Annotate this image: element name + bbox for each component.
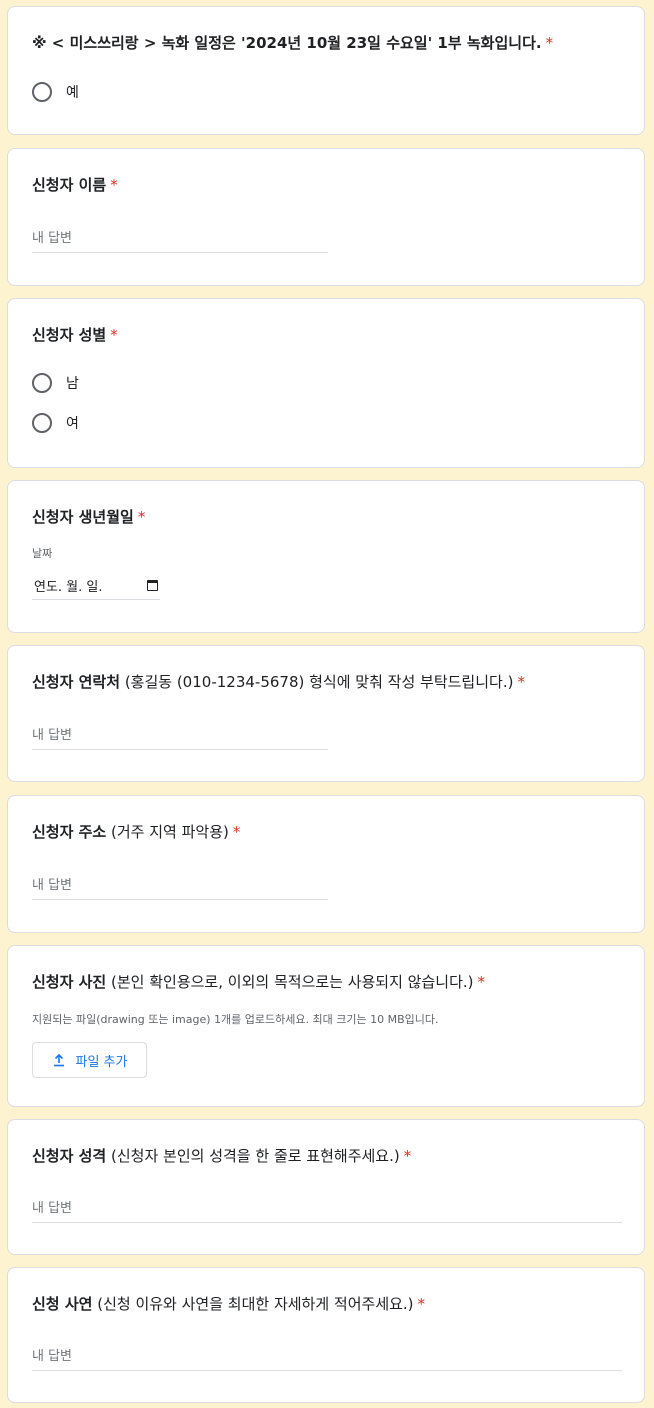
question-card-gender: 신청자 성별 * 남 여	[7, 298, 645, 468]
question-title-text: 신청 사연	[32, 1295, 93, 1313]
story-input[interactable]	[32, 1343, 622, 1371]
calendar-icon[interactable]	[147, 580, 158, 591]
required-asterisk: *	[403, 1147, 412, 1165]
required-asterisk: *	[232, 823, 241, 841]
question-title-text: 신청자 주소	[32, 823, 107, 841]
question-title-text: 신청자 연락처	[32, 673, 121, 691]
question-card-address: 신청자 주소 (거주 지역 파악용) *	[7, 795, 645, 933]
radio-option-female[interactable]: 여	[32, 411, 79, 435]
question-title: 신청자 이름 *	[32, 175, 624, 195]
question-title-text: 신청자 이름	[32, 176, 107, 194]
question-title: 신청자 사진 (본인 확인용으로, 이외의 목적으로는 사용되지 않습니다.) *	[32, 972, 624, 992]
radio-option-label: 예	[66, 85, 79, 101]
question-card-name: 신청자 이름 *	[7, 148, 645, 286]
question-title: 신청 사연 (신청 이유와 사연을 최대한 자세하게 적어주세요.) *	[32, 1294, 624, 1314]
required-asterisk: *	[477, 973, 486, 991]
question-title-text: 신청자 성별	[32, 326, 107, 344]
required-asterisk: *	[417, 1295, 426, 1313]
question-hint: (신청자 본인의 성격을 한 줄로 표현해주세요.)	[111, 1147, 400, 1165]
contact-input[interactable]	[32, 722, 328, 750]
question-title-text: ※ < 미스쓰리랑 > 녹화 일정은 '2024년 10월 23일 수요일' 1…	[32, 34, 542, 52]
question-title: 신청자 연락처 (홍길동 (010-1234-5678) 형식에 맞춰 작성 부…	[32, 672, 624, 692]
required-asterisk: *	[517, 673, 525, 691]
question-title-text: 신청자 사진	[32, 973, 107, 991]
question-hint: (홍길동 (010-1234-5678) 형식에 맞춰 작성 부탁드립니다.)	[124, 673, 514, 691]
radio-option-label: 여	[66, 416, 79, 432]
question-hint: (본인 확인용으로, 이외의 목적으로는 사용되지 않습니다.)	[111, 973, 474, 991]
question-title: 신청자 성별 *	[32, 325, 624, 345]
radio-button-icon[interactable]	[32, 413, 52, 433]
question-card-personality: 신청자 성격 (신청자 본인의 성격을 한 줄로 표현해주세요.) *	[7, 1119, 645, 1255]
personality-input[interactable]	[32, 1195, 622, 1223]
required-asterisk: *	[545, 34, 554, 52]
radio-option-male[interactable]: 남	[32, 371, 79, 395]
add-file-button[interactable]: 파일 추가	[32, 1042, 147, 1078]
question-card-photo: 신청자 사진 (본인 확인용으로, 이외의 목적으로는 사용되지 않습니다.) *…	[7, 945, 645, 1107]
upload-note: 지원되는 파일(drawing 또는 image) 1개를 업로드하세요. 최대…	[32, 1013, 439, 1026]
question-title: ※ < 미스쓰리랑 > 녹화 일정은 '2024년 10월 23일 수요일' 1…	[32, 33, 624, 53]
required-asterisk: *	[137, 508, 146, 526]
radio-option-yes[interactable]: 예	[32, 80, 79, 104]
date-label: 날짜	[32, 547, 53, 560]
question-hint: (거주 지역 파악용)	[111, 823, 229, 841]
question-card-story: 신청 사연 (신청 이유와 사연을 최대한 자세하게 적어주세요.) *	[7, 1267, 645, 1403]
required-asterisk: *	[110, 176, 118, 194]
radio-option-label: 남	[66, 376, 79, 392]
date-placeholder: 연도. 월. 일.	[34, 580, 103, 595]
question-hint: (신청 이유와 사연을 최대한 자세하게 적어주세요.)	[97, 1295, 414, 1313]
question-card-recording-schedule: ※ < 미스쓰리랑 > 녹화 일정은 '2024년 10월 23일 수요일' 1…	[7, 6, 645, 135]
question-card-contact: 신청자 연락처 (홍길동 (010-1234-5678) 형식에 맞춰 작성 부…	[7, 645, 645, 782]
date-input[interactable]: 연도. 월. 일.	[32, 572, 160, 600]
required-asterisk: *	[110, 326, 118, 344]
question-title-text: 신청자 생년월일	[32, 508, 134, 526]
question-title: 신청자 성격 (신청자 본인의 성격을 한 줄로 표현해주세요.) *	[32, 1146, 624, 1166]
question-title-text: 신청자 성격	[32, 1147, 107, 1165]
question-card-birthdate: 신청자 생년월일 * 날짜 연도. 월. 일.	[7, 480, 645, 633]
question-title: 신청자 생년월일 *	[32, 507, 624, 527]
add-file-label: 파일 추가	[75, 1054, 128, 1070]
radio-button-icon[interactable]	[32, 373, 52, 393]
question-title: 신청자 주소 (거주 지역 파악용) *	[32, 822, 624, 842]
name-input[interactable]	[32, 225, 328, 253]
upload-icon	[53, 1053, 64, 1067]
radio-button-icon[interactable]	[32, 82, 52, 102]
address-input[interactable]	[32, 872, 328, 900]
